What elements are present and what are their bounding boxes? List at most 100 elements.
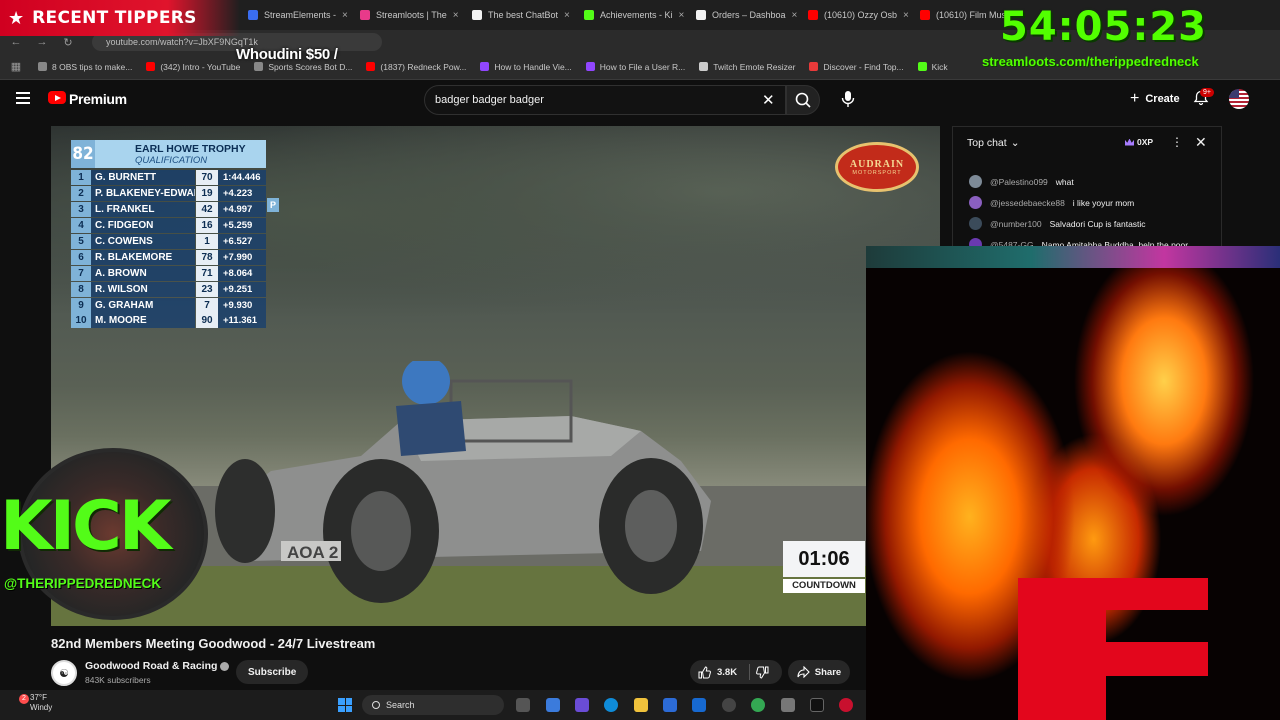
edge-icon[interactable]	[604, 698, 618, 712]
channel-avatar[interactable]: ☯	[51, 660, 77, 686]
premium-label[interactable]: Premium	[69, 91, 127, 107]
forward-icon[interactable]: →	[34, 36, 50, 48]
chat-mode-label[interactable]: Top chat	[967, 137, 1007, 149]
tab-favicon-icon	[920, 10, 930, 20]
share-button[interactable]: Share	[788, 660, 850, 684]
bookmark-item[interactable]: Kick	[917, 62, 948, 72]
tab-close-icon[interactable]: ×	[903, 10, 909, 21]
bookmark-item[interactable]: (342) Intro - YouTube	[146, 62, 240, 72]
browser-tab[interactable]: Orders – Dashboa ×	[688, 2, 800, 28]
browser-tab-label[interactable]: (10610) Ozzy Osb	[824, 10, 897, 20]
create-button[interactable]: + Create	[1122, 85, 1188, 113]
apps-grid-icon[interactable]: ▦	[8, 60, 24, 73]
chat-close-icon[interactable]: ✕	[1195, 134, 1207, 151]
bookmark-item[interactable]: Discover - Find Top...	[809, 62, 904, 72]
chat-author-avatar[interactable]	[969, 217, 982, 230]
bookmark-item[interactable]: Sports Scores Bot D...	[254, 62, 352, 72]
bookmark-label[interactable]: Sports Scores Bot D...	[268, 62, 352, 72]
bookmark-label[interactable]: How to File a User R...	[600, 62, 686, 72]
browser-tab[interactable]: Achievements - Ki ×	[576, 2, 688, 28]
browser-tab-label[interactable]: The best ChatBot	[488, 10, 558, 20]
chat-author-avatar[interactable]	[969, 175, 982, 188]
bookmark-favicon-icon	[809, 62, 819, 71]
like-dislike-group: 3.8K	[690, 660, 782, 684]
tab-close-icon[interactable]: ×	[679, 10, 685, 21]
copilot-icon[interactable]	[546, 698, 560, 712]
tab-close-icon[interactable]: ×	[792, 10, 798, 21]
chrome-icon[interactable]	[751, 698, 765, 712]
account-avatar[interactable]	[1229, 89, 1249, 109]
bookmark-item[interactable]: How to File a User R...	[585, 62, 686, 72]
search-input[interactable]: badger badger badger	[424, 85, 786, 115]
chat-message-text: Salvadori Cup is fantastic	[1049, 218, 1146, 229]
channel-name[interactable]: Goodwood Road & Racing	[85, 660, 230, 672]
browser-tab-label[interactable]: (10610) Film Musi	[936, 10, 1008, 20]
browser-tab-label[interactable]: Achievements - Ki	[600, 10, 673, 20]
teams-icon[interactable]	[575, 698, 589, 712]
bookmark-label[interactable]: Kick	[932, 62, 948, 72]
voice-search-button[interactable]	[834, 85, 862, 113]
channel-name-text[interactable]: Goodwood Road & Racing	[85, 660, 217, 672]
sponsor-logo-line1: AUDRAIN	[849, 158, 905, 170]
chat-message[interactable]: @number100 Salvadori Cup is fantastic	[969, 213, 1209, 234]
bookmark-label[interactable]: Twitch Emote Resizer	[713, 62, 795, 72]
store-icon[interactable]	[663, 698, 677, 712]
chat-message[interactable]: @jessedebaecke88 i like yoyur mom	[969, 192, 1209, 213]
weather-widget[interactable]: 37°F Windy	[30, 693, 52, 713]
obs-icon[interactable]	[722, 698, 736, 712]
bookmark-label[interactable]: (342) Intro - YouTube	[160, 62, 240, 72]
terminal-icon[interactable]	[810, 698, 824, 712]
tab-close-icon[interactable]: ×	[564, 10, 570, 21]
chat-xp-badge[interactable]: 0XP	[1125, 137, 1153, 147]
chat-author-avatar[interactable]	[969, 196, 982, 209]
chat-author[interactable]: @Palestino099	[990, 177, 1048, 187]
bookmark-label[interactable]: (1837) Redneck Pow...	[380, 62, 466, 72]
browser-tab-label[interactable]: Orders – Dashboa	[712, 10, 786, 20]
tab-close-icon[interactable]: ×	[342, 10, 348, 21]
hamburger-menu-icon[interactable]	[16, 92, 30, 104]
streaming-app-icon[interactable]	[839, 698, 853, 712]
countdown-time: 01:06	[783, 541, 865, 577]
subscribe-button[interactable]: Subscribe	[236, 660, 309, 684]
tab-close-icon[interactable]: ×	[453, 10, 459, 21]
file-explorer-icon[interactable]	[634, 698, 648, 712]
taskbar-search[interactable]: Search	[362, 695, 504, 715]
browser-tab[interactable]: Streamloots | The ×	[352, 2, 464, 28]
thumbs-up-icon[interactable]	[698, 665, 711, 679]
bookmark-item[interactable]: How to Handle Vie...	[480, 62, 572, 72]
subathon-timer: 54:05:23	[1000, 4, 1207, 50]
outlook-icon[interactable]	[692, 698, 706, 712]
app-icon[interactable]	[781, 698, 795, 712]
countdown-widget: 01:06 COUNTDOWN	[783, 541, 865, 593]
browser-tab[interactable]: (10610) Ozzy Osb ×	[800, 2, 912, 28]
task-view-icon[interactable]	[516, 698, 530, 712]
search-button[interactable]	[786, 85, 820, 115]
chat-more-options-icon[interactable]: ⋮	[1171, 135, 1183, 149]
weather-alert-icon[interactable]: 2	[19, 694, 29, 704]
bookmark-favicon-icon	[699, 62, 709, 71]
bookmark-item[interactable]: 8 OBS tips to make...	[38, 62, 132, 72]
chat-message[interactable]: @Palestino099 what	[969, 171, 1209, 192]
like-count[interactable]: 3.8K	[717, 667, 737, 678]
thumbs-down-icon[interactable]	[756, 666, 769, 679]
leaderboard-position: 5	[71, 234, 91, 249]
back-icon[interactable]: ←	[8, 36, 24, 48]
bookmark-label[interactable]: How to Handle Vie...	[494, 62, 571, 72]
bookmark-item[interactable]: (1837) Redneck Pow...	[366, 62, 466, 72]
browser-tab-label[interactable]: Streamloots | The	[376, 10, 447, 20]
reload-icon[interactable]: ↻	[60, 36, 76, 49]
bookmark-favicon-icon	[366, 62, 376, 71]
windows-start-icon[interactable]	[338, 698, 352, 712]
youtube-logo-icon[interactable]	[48, 91, 66, 104]
chat-author[interactable]: @number100	[990, 219, 1042, 229]
windows-taskbar: 2 37°F Windy Search	[0, 690, 866, 720]
bookmark-label[interactable]: 8 OBS tips to make...	[52, 62, 132, 72]
clear-search-icon[interactable]: ✕	[762, 91, 775, 109]
bookmark-label[interactable]: Discover - Find Top...	[823, 62, 903, 72]
browser-tab-label[interactable]: StreamElements -	[264, 10, 336, 20]
browser-tab[interactable]: The best ChatBot ×	[464, 2, 576, 28]
chat-author[interactable]: @jessedebaecke88	[990, 198, 1065, 208]
chat-mode-dropdown[interactable]: Top chat ⌄	[967, 137, 1020, 149]
bookmark-item[interactable]: Twitch Emote Resizer	[699, 62, 795, 72]
browser-tab[interactable]: StreamElements - ×	[240, 2, 352, 28]
